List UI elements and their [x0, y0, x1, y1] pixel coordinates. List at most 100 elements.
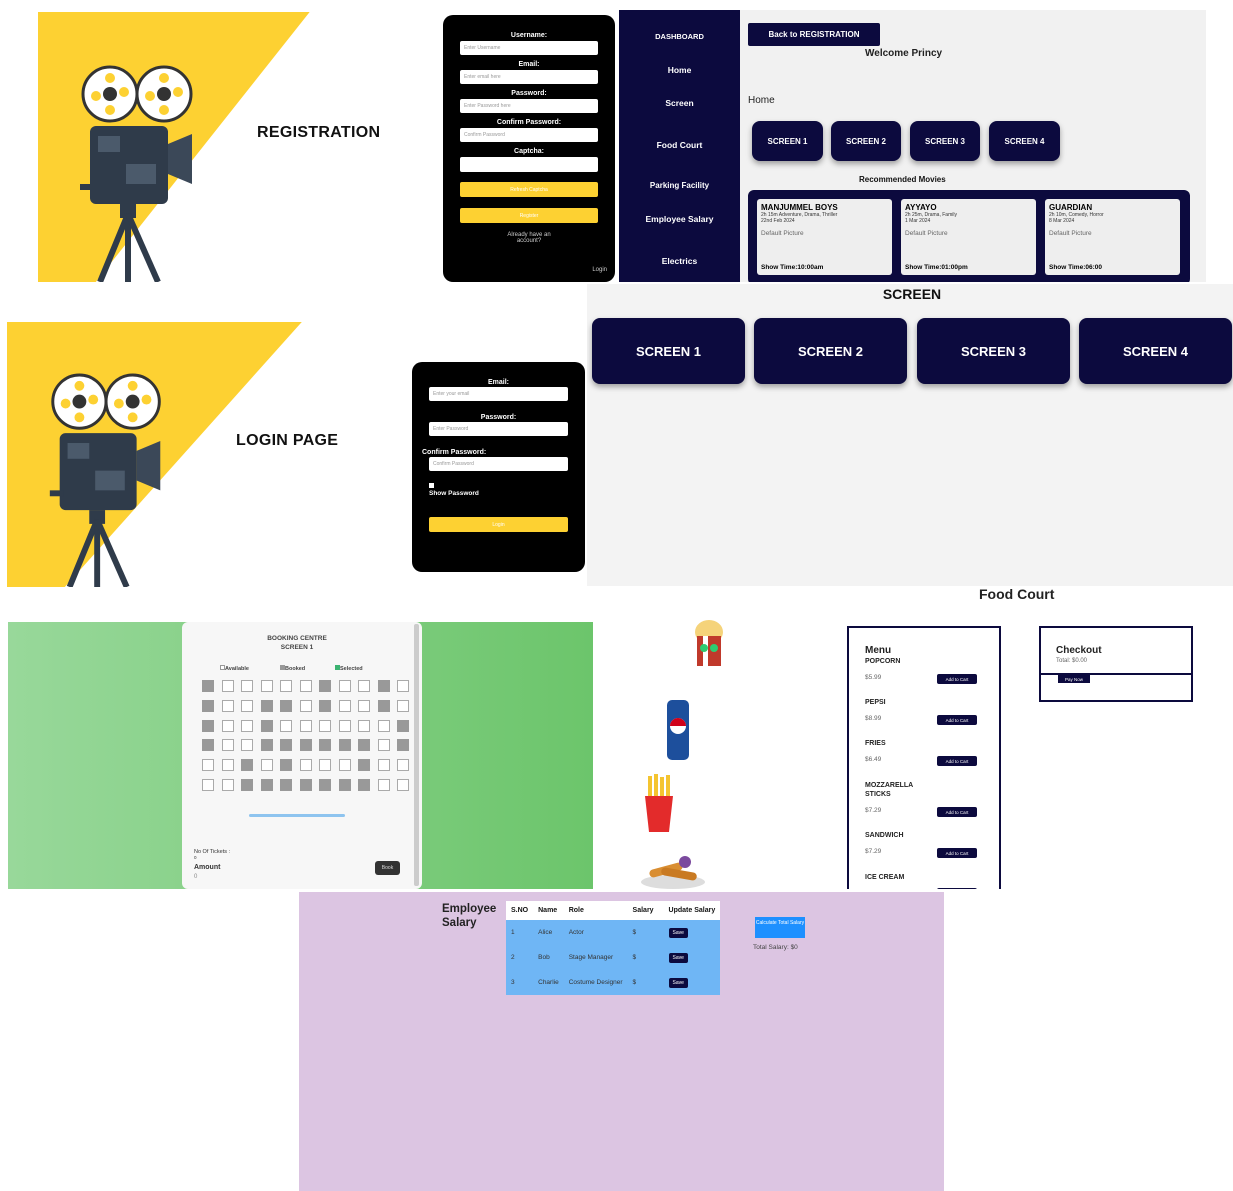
seat-booked[interactable]	[377, 699, 390, 712]
seat-available[interactable]	[338, 680, 351, 692]
confirm-password-input[interactable]: Confirm Password	[429, 457, 568, 471]
confirm-password-input[interactable]: Confirm Password	[460, 128, 598, 142]
seat-available[interactable]	[358, 680, 370, 692]
seat-booked[interactable]	[260, 719, 273, 732]
seat-available[interactable]	[338, 719, 351, 732]
add-to-cart-button[interactable]: Add to Cart	[937, 674, 977, 684]
seat-available[interactable]	[338, 759, 351, 772]
seat-available[interactable]	[377, 719, 390, 732]
movie-card[interactable]: GUARDIAN 2h 10m, Comedy, Horror 8 Mar 20…	[1045, 199, 1180, 275]
screen-1-button[interactable]: SCREEN 1	[592, 318, 745, 384]
email-input[interactable]: Enter your email	[429, 387, 568, 401]
seat-booked[interactable]	[319, 779, 331, 791]
seat-booked[interactable]	[299, 779, 312, 791]
seat-booked[interactable]	[260, 779, 273, 791]
add-to-cart-button[interactable]: Add to Cart	[937, 807, 977, 817]
checkbox[interactable]	[429, 483, 434, 488]
sidebar-item-dashboard[interactable]: DASHBOARD	[619, 32, 740, 41]
seat-booked[interactable]	[358, 739, 370, 752]
movie-card[interactable]: AYYAYO 2h 25m, Drama, Family 1 Mar 2024 …	[901, 199, 1036, 275]
seat-available[interactable]	[280, 719, 292, 732]
seat-booked[interactable]	[358, 759, 370, 772]
add-to-cart-button[interactable]: Add to Cart	[937, 848, 977, 858]
seat-available[interactable]	[241, 699, 253, 712]
save-button[interactable]: Save	[668, 952, 688, 963]
seat-available[interactable]	[377, 739, 390, 752]
seat-available[interactable]	[260, 759, 273, 772]
seat-available[interactable]	[202, 759, 214, 772]
seat-booked[interactable]	[260, 699, 273, 712]
back-to-registration-button[interactable]: Back to REGISTRATION	[748, 23, 880, 46]
seat-available[interactable]	[221, 739, 234, 752]
seat-booked[interactable]	[202, 719, 214, 732]
seat-booked[interactable]	[319, 699, 331, 712]
seat-available[interactable]	[241, 739, 253, 752]
screen-3-button[interactable]: SCREEN 3	[910, 121, 980, 161]
seat-booked[interactable]	[397, 719, 409, 732]
sidebar-item-food-court[interactable]: Food Court	[619, 140, 740, 150]
salary-input[interactable]: $	[628, 920, 664, 945]
email-input[interactable]: Enter email here	[460, 70, 598, 84]
captcha-input[interactable]	[460, 157, 598, 172]
seat-booked[interactable]	[338, 779, 351, 791]
pay-now-button[interactable]: Pay Now	[1058, 675, 1090, 683]
seat-available[interactable]	[358, 719, 370, 732]
seat-available[interactable]	[397, 699, 409, 712]
seat-available[interactable]	[319, 719, 331, 732]
seat-booked[interactable]	[280, 759, 292, 772]
seat-booked[interactable]	[397, 739, 409, 752]
seat-booked[interactable]	[202, 739, 214, 752]
seat-available[interactable]	[299, 680, 312, 692]
seat-booked[interactable]	[319, 680, 331, 692]
screen-2-button[interactable]: SCREEN 2	[754, 318, 907, 384]
screen-3-button[interactable]: SCREEN 3	[917, 318, 1070, 384]
password-input[interactable]: Enter Password here	[460, 99, 598, 113]
seat-available[interactable]	[221, 719, 234, 732]
seat-available[interactable]	[358, 699, 370, 712]
seat-available[interactable]	[221, 699, 234, 712]
seat-available[interactable]	[280, 680, 292, 692]
seat-booked[interactable]	[319, 739, 331, 752]
sidebar-item-employee-salary[interactable]: Employee Salary	[619, 214, 740, 224]
salary-input[interactable]: $	[628, 945, 664, 970]
save-button[interactable]: Save	[668, 977, 688, 988]
seat-booked[interactable]	[280, 779, 292, 791]
seat-available[interactable]	[299, 699, 312, 712]
refresh-captcha-button[interactable]: Refresh Captcha	[460, 182, 598, 197]
screen-1-button[interactable]: SCREEN 1	[752, 121, 823, 161]
add-to-cart-button[interactable]: Add to Cart	[937, 715, 977, 725]
sidebar-item-screen[interactable]: Screen	[619, 98, 740, 108]
add-to-cart-button[interactable]	[937, 888, 977, 889]
book-button[interactable]: Book	[375, 861, 400, 875]
seat-available[interactable]	[377, 779, 390, 791]
seat-available[interactable]	[319, 759, 331, 772]
add-to-cart-button[interactable]: Add to Cart	[937, 756, 977, 766]
seat-booked[interactable]	[338, 739, 351, 752]
movie-card[interactable]: MANJUMMEL BOYS 2h 15m Adventure, Drama, …	[757, 199, 892, 275]
seat-booked[interactable]	[358, 779, 370, 791]
seat-available[interactable]	[260, 680, 273, 692]
seat-booked[interactable]	[260, 739, 273, 752]
seat-available[interactable]	[221, 759, 234, 772]
seat-available[interactable]	[202, 779, 214, 791]
show-password-toggle[interactable]: Show Password	[429, 483, 568, 497]
seat-booked[interactable]	[241, 759, 253, 772]
sidebar-item-parking[interactable]: Parking Facility	[619, 181, 740, 190]
seat-available[interactable]	[397, 759, 409, 772]
login-button[interactable]: Login	[429, 517, 568, 532]
seat-booked[interactable]	[202, 699, 214, 712]
seat-available[interactable]	[397, 680, 409, 692]
seat-booked[interactable]	[280, 699, 292, 712]
screen-2-button[interactable]: SCREEN 2	[831, 121, 901, 161]
seat-available[interactable]	[221, 779, 234, 791]
username-input[interactable]: Enter Username	[460, 41, 598, 55]
seat-booked[interactable]	[280, 739, 292, 752]
calculate-total-button[interactable]: Calculate Total Salary	[755, 917, 805, 938]
scrollbar[interactable]	[414, 624, 419, 886]
seat-available[interactable]	[397, 779, 409, 791]
screen-4-button[interactable]: SCREEN 4	[1079, 318, 1232, 384]
seat-available[interactable]	[299, 759, 312, 772]
login-link[interactable]: Login	[592, 267, 607, 273]
seat-available[interactable]	[338, 699, 351, 712]
seat-available[interactable]	[299, 719, 312, 732]
